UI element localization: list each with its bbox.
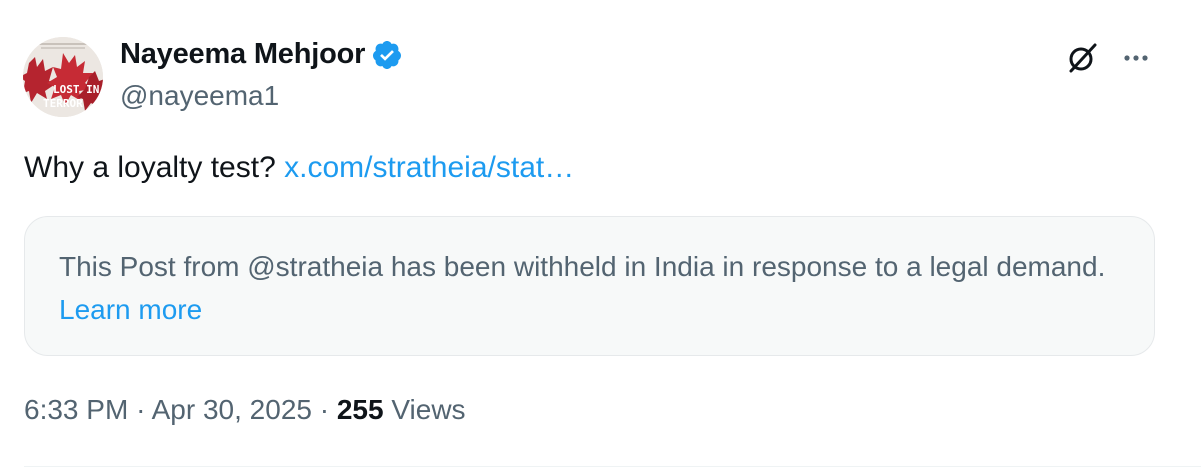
learn-more-link[interactable]: Learn more	[59, 294, 202, 325]
handle[interactable]: @nayeema1	[120, 80, 279, 112]
author-name-row: Nayeema Mehjoor	[120, 38, 403, 71]
tweet-link[interactable]: x.com/stratheia/stat…	[284, 151, 574, 184]
withheld-message-text: This Post from @stratheia has been withh…	[59, 251, 1106, 282]
tweet-date[interactable]: Apr 30, 2025	[152, 394, 312, 425]
avatar[interactable]: LOST IN TERROR	[23, 37, 103, 117]
withheld-notice: This Post from @stratheia has been withh…	[24, 216, 1155, 356]
meta-separator: ·	[136, 394, 146, 425]
display-name[interactable]: Nayeema Mehjoor	[120, 38, 365, 71]
tweet-time[interactable]: 6:33 PM	[24, 394, 128, 425]
grok-icon[interactable]	[1062, 38, 1102, 78]
book-cover-avatar-icon: LOST IN TERROR	[23, 37, 103, 117]
meta-separator: ·	[319, 394, 330, 425]
more-icon[interactable]	[1116, 38, 1156, 78]
views-count: 255	[336, 394, 384, 425]
views-label: Views	[391, 394, 466, 425]
withheld-message: This Post from @stratheia has been withh…	[59, 245, 1120, 331]
tweet: LOST IN TERROR Nayeema Mehjoor @nayeema1…	[0, 0, 1201, 468]
cover-title-line1: LOST IN	[53, 83, 99, 96]
tweet-body: Why a loyalty test?	[24, 151, 276, 184]
verified-badge-icon[interactable]	[371, 39, 403, 71]
divider	[24, 466, 1201, 467]
cover-title-line2: TERROR	[43, 97, 83, 110]
tweet-meta: 6:33 PM · Apr 30, 2025 · 255 Views	[24, 394, 466, 426]
tweet-text: Why a loyalty test? x.com/stratheia/stat…	[24, 148, 574, 188]
